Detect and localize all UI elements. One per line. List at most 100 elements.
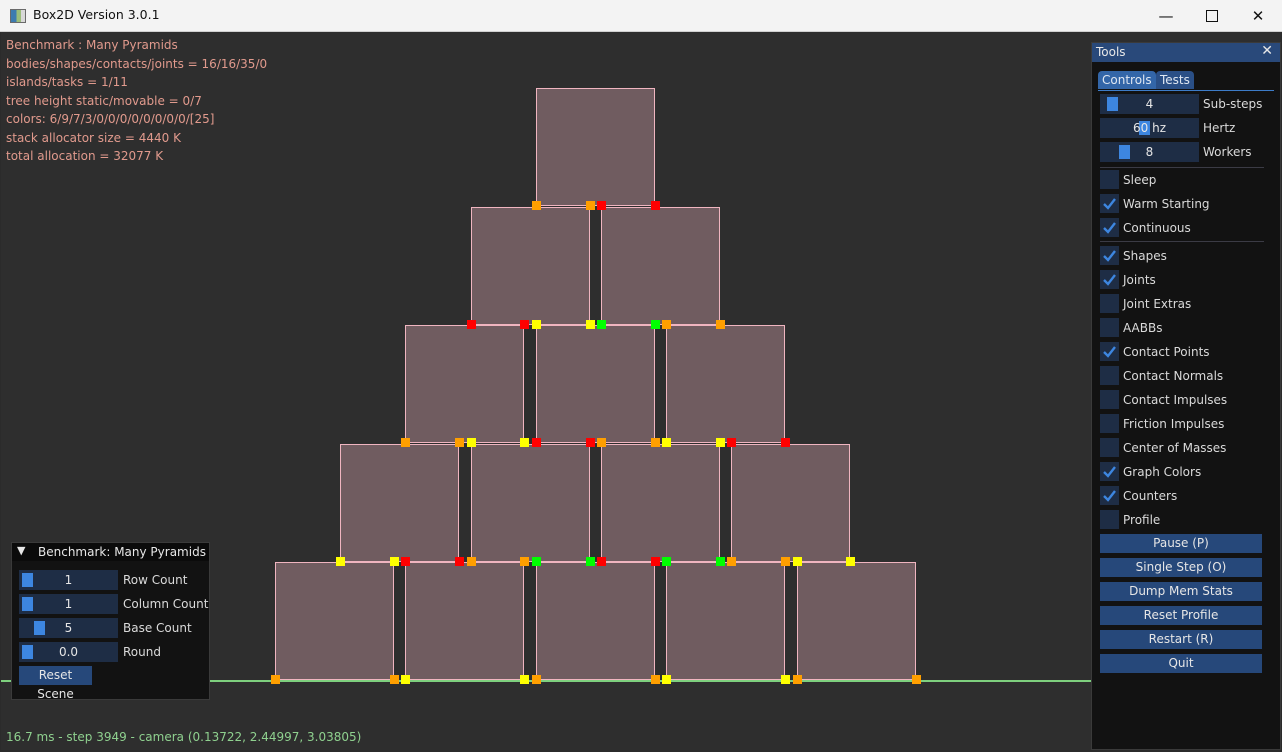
bench-slider-base-count[interactable]: 5 (19, 618, 118, 638)
benchmark-panel: ▼ Benchmark: Many Pyramids 1 Row Count 1 Co… (11, 542, 210, 701)
minimize-button[interactable]: — (1143, 0, 1189, 31)
checkbox-shapes[interactable] (1100, 246, 1119, 265)
slider-grab-handle[interactable] (22, 573, 33, 587)
contact-point (520, 438, 529, 447)
maximize-button[interactable] (1189, 0, 1235, 31)
slider-value: 1 (64, 597, 73, 611)
button-restart-r[interactable]: Restart (R) (1100, 630, 1262, 649)
contact-point (597, 320, 606, 329)
tools-slider-hertz[interactable]: 60 hz (1100, 118, 1199, 138)
tab-tests[interactable]: Tests (1156, 71, 1194, 89)
contact-point (651, 675, 660, 684)
button-quit[interactable]: Quit (1100, 654, 1262, 673)
button-reset-profile[interactable]: Reset Profile (1100, 606, 1262, 625)
contact-point (390, 675, 399, 684)
contact-point (336, 557, 345, 566)
checkbox-aabbs-label: AABBs (1123, 321, 1163, 335)
checkbox-counters[interactable] (1100, 486, 1119, 505)
bench-slider-column-count[interactable]: 1 (19, 594, 118, 614)
pyramid-box (471, 444, 590, 562)
contact-point (727, 557, 736, 566)
pyramid-box (797, 562, 916, 680)
button-dump-mem-stats[interactable]: Dump Mem Stats (1100, 582, 1262, 601)
checkmark-icon (1103, 222, 1116, 234)
slider-value: 8 (1145, 145, 1154, 159)
reset-scene-button[interactable]: Reset Scene (19, 666, 92, 701)
checkbox-warm-starting[interactable] (1100, 194, 1119, 213)
slider-grab-handle[interactable] (1119, 145, 1130, 159)
checkbox-contact-impulses[interactable] (1100, 390, 1119, 409)
checkbox-center-of-masses[interactable] (1100, 438, 1119, 457)
tools-tab-bar: Controls Tests (1098, 71, 1274, 91)
stats-colors: colors: 6/9/7/3/0/0/0/0/0/0/0/0/[25] (6, 112, 215, 126)
contact-point (781, 557, 790, 566)
contact-point (532, 320, 541, 329)
bench-slider-round[interactable]: 0.0 (19, 642, 118, 662)
checkbox-counters-label: Counters (1123, 489, 1178, 503)
slider-label: Column Count (123, 597, 209, 611)
slider-grab-handle[interactable] (22, 597, 33, 611)
stats-stack-allocator: stack allocator size = 4440 K (6, 130, 181, 145)
contact-point (455, 557, 464, 566)
contact-point (781, 438, 790, 447)
maximize-icon (1206, 9, 1218, 22)
checkbox-profile-label: Profile (1123, 513, 1161, 527)
tools-panel: Tools ✕ Controls Tests 4 Sub-steps 60 hz He… (1091, 42, 1281, 750)
checkbox-friction-impulses-label: Friction Impulses (1123, 417, 1225, 431)
contact-point (846, 557, 855, 566)
checkbox-graph-colors[interactable] (1100, 462, 1119, 481)
tools-slider-workers[interactable]: 8 (1100, 142, 1199, 162)
contact-point (467, 557, 476, 566)
pyramid-box (536, 325, 655, 443)
button-pause-p[interactable]: Pause (P) (1100, 534, 1262, 553)
tools-close-icon[interactable]: ✕ (1261, 43, 1273, 59)
contact-point (597, 438, 606, 447)
pyramid-box (405, 562, 524, 680)
contact-point (467, 320, 476, 329)
slider-grab-handle[interactable] (22, 645, 33, 659)
tools-slider-sub-steps[interactable]: 4 (1100, 94, 1199, 114)
slider-label: Row Count (123, 573, 188, 587)
slider-grab-handle[interactable] (1107, 97, 1118, 111)
contact-point (586, 201, 595, 210)
checkbox-joint-extras[interactable] (1100, 294, 1119, 313)
slider-value: 0.0 (58, 645, 79, 659)
pyramid-box (731, 444, 850, 562)
checkbox-center-of-masses-label: Center of Masses (1123, 441, 1227, 455)
contact-point (662, 557, 671, 566)
slider-label: Workers (1203, 145, 1252, 159)
checkbox-joint-extras-label: Joint Extras (1123, 297, 1192, 311)
contact-point (520, 557, 529, 566)
contact-point (781, 675, 790, 684)
contact-point (662, 438, 671, 447)
separator (1100, 167, 1264, 168)
contact-point (793, 557, 802, 566)
bench-slider-row-count[interactable]: 1 (19, 570, 118, 590)
checkbox-profile[interactable] (1100, 510, 1119, 529)
checkbox-continuous[interactable] (1100, 218, 1119, 237)
stats-islands: islands/tasks = 1/11 (6, 75, 128, 89)
slider-grab-handle[interactable] (34, 621, 45, 635)
slider-label: Hertz (1203, 121, 1236, 135)
collapse-triangle-icon[interactable]: ▼ (17, 544, 25, 557)
pyramid-box (666, 562, 785, 680)
contact-point (662, 675, 671, 684)
stats-total-allocation: total allocation = 32077 K (6, 149, 164, 163)
contact-point (532, 438, 541, 447)
benchmark-panel-header[interactable]: ▼ Benchmark: Many Pyramids (12, 543, 209, 561)
checkbox-friction-impulses[interactable] (1100, 414, 1119, 433)
slider-label: Round (123, 645, 161, 659)
pyramid-box (340, 444, 459, 562)
slider-value: 1 (64, 573, 73, 587)
button-single-step-o[interactable]: Single Step (O) (1100, 558, 1262, 577)
checkbox-contact-normals[interactable] (1100, 366, 1119, 385)
slider-value: 60 hz (1133, 121, 1166, 135)
checkbox-joints[interactable] (1100, 270, 1119, 289)
tools-panel-header[interactable]: Tools ✕ (1092, 43, 1280, 62)
close-window-button[interactable]: ✕ (1235, 0, 1281, 31)
tab-controls[interactable]: Controls (1098, 71, 1156, 89)
checkbox-aabbs[interactable] (1100, 318, 1119, 337)
checkbox-sleep[interactable] (1100, 170, 1119, 189)
pyramid-box (601, 444, 720, 562)
checkbox-contact-points[interactable] (1100, 342, 1119, 361)
